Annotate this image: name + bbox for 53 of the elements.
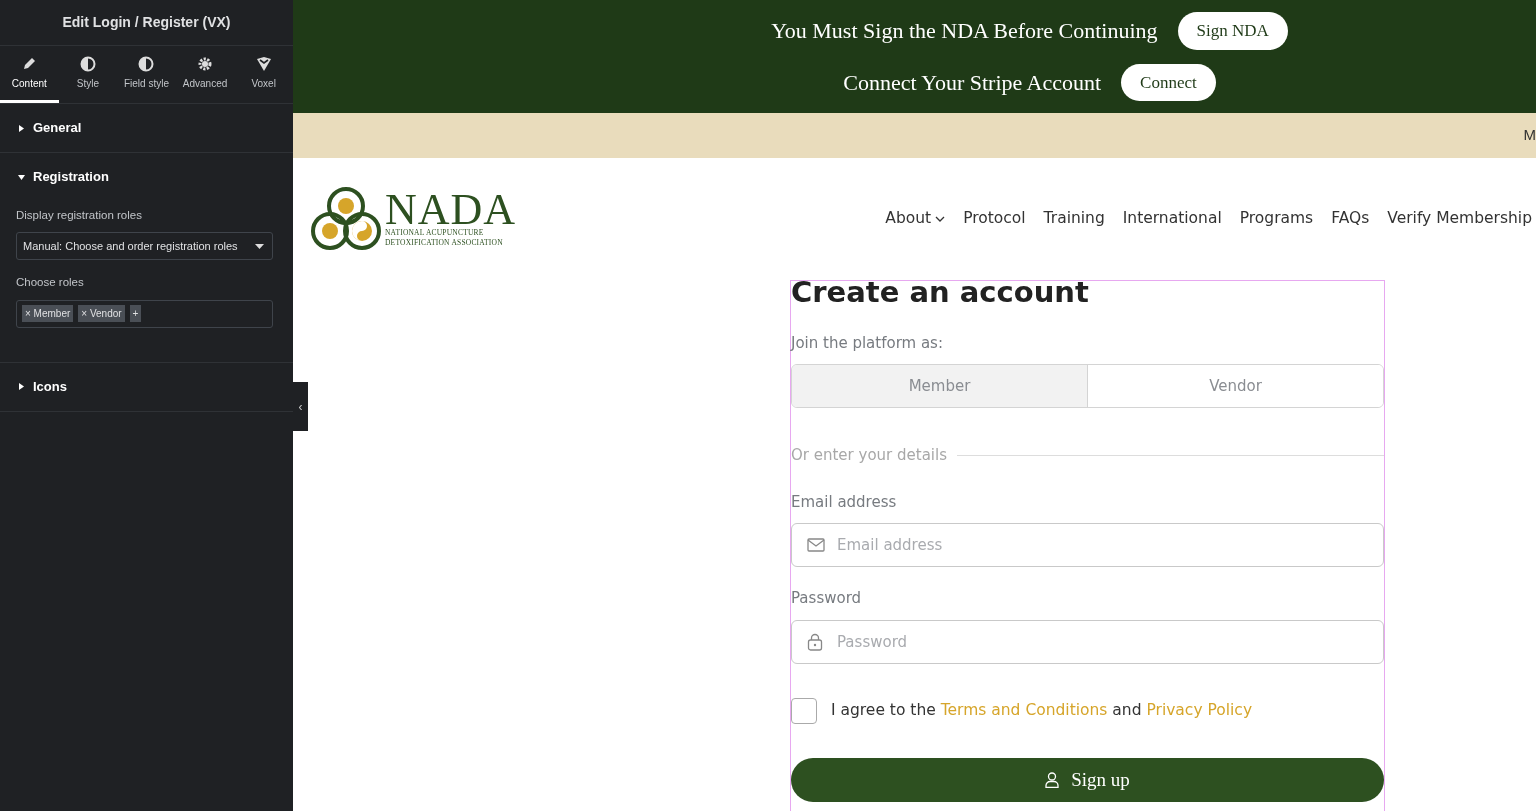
tags-field[interactable]: × Member × Vendor + [16, 299, 273, 328]
section-header[interactable]: Registration [0, 153, 293, 201]
caret-right-icon [18, 124, 25, 132]
input-field[interactable]: Password [791, 619, 1384, 664]
caret-right-icon [18, 383, 25, 390]
gear-icon [197, 55, 214, 72]
section-header[interactable]: Icons [0, 362, 293, 411]
notice-text: Connect Your Stripe Account [843, 68, 1102, 97]
editor-tab[interactable]: Style [58, 46, 118, 103]
editor-tab[interactable]: Field style [117, 46, 176, 103]
contrast-icon [79, 55, 96, 72]
logo-name: NADA [385, 190, 517, 229]
notice-button[interactable]: Connect [1121, 63, 1216, 101]
select-field[interactable]: Manual: Choose and order registration roles [16, 232, 273, 261]
form-heading: Create an account [791, 275, 1090, 310]
contrast-icon [138, 55, 155, 72]
caret-down-icon [255, 243, 264, 249]
menu-link[interactable]: FAQs [1331, 207, 1370, 231]
notice-text: You Must Sign the NDA Before Continuing [771, 17, 1158, 46]
control-label: Choose roles [16, 275, 85, 291]
editor-tab[interactable]: Content [0, 46, 59, 103]
role-tag[interactable]: × Vendor [78, 305, 125, 322]
menu-link[interactable]: Programs [1239, 207, 1314, 231]
field-label: Password [791, 588, 863, 610]
notice-button[interactable]: Sign NDA [1177, 12, 1288, 50]
menu-link[interactable]: International [1122, 207, 1222, 231]
collapse-handle[interactable]: ‹ [293, 382, 308, 431]
chevron-down-icon [935, 216, 946, 222]
shield-icon [255, 55, 272, 72]
menu-link[interactable]: Verify Membership [1387, 207, 1532, 231]
logo-emblem-icon [311, 186, 381, 252]
editor-tab[interactable]: Voxel [234, 46, 293, 103]
agreement-text: I agree to the Terms and Conditions and Privacy Policy [831, 700, 1253, 722]
menu-link[interactable]: Protocol [963, 207, 1026, 231]
editor-tab[interactable]: Advanced [175, 46, 235, 103]
field-label: Email address [791, 491, 898, 513]
sign-up-button[interactable]: Sign up [791, 757, 1384, 802]
join-label: Join the platform as: [791, 332, 944, 354]
mail-icon [807, 538, 825, 553]
role-tag[interactable]: × Member [22, 305, 74, 322]
control-label: Display registration roles [16, 208, 143, 223]
pencil-icon [21, 55, 38, 72]
add-tag-button[interactable]: + [129, 305, 142, 322]
menu-link[interactable]: About [885, 207, 946, 231]
user-icon [1045, 771, 1060, 788]
checkbox[interactable] [791, 697, 817, 724]
input-field[interactable]: Email address [791, 523, 1384, 568]
divider-text: Or enter your details [791, 445, 947, 467]
lock-icon [807, 632, 823, 651]
menu-link[interactable]: Training [1043, 207, 1105, 231]
caret-down-icon [18, 173, 25, 181]
section-header[interactable]: General [0, 104, 293, 152]
ticker-text: M [1523, 125, 1536, 146]
